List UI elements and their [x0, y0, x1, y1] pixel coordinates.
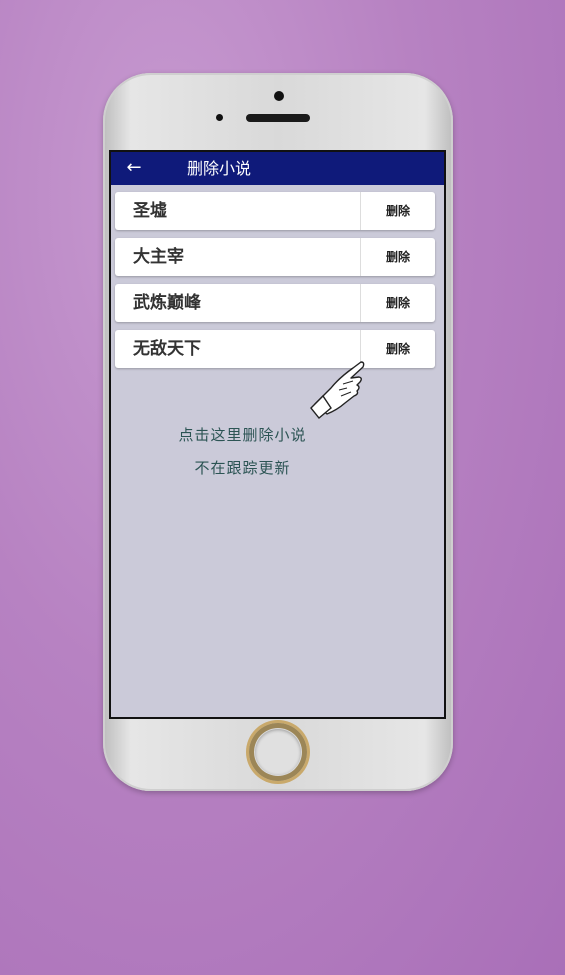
page-title: 删除小说	[187, 159, 252, 178]
novel-title: 圣墟	[133, 201, 167, 221]
list-item: 大主宰 删除	[115, 238, 435, 276]
front-camera	[274, 91, 284, 101]
delete-button[interactable]: 删除	[360, 330, 435, 368]
list-item: 武炼巅峰 删除	[115, 284, 435, 322]
delete-button[interactable]: 删除	[360, 192, 435, 230]
novel-title: 无敌天下	[133, 339, 201, 359]
delete-button[interactable]: 删除	[360, 284, 435, 322]
phone-screen: ← 删除小说 圣墟 删除 大主宰 删除 武炼巅峰 删除 无敌天下 删除 点击这里…	[109, 150, 446, 719]
arrow-left-icon[interactable]: ←	[123, 157, 145, 179]
earpiece-speaker	[246, 114, 310, 122]
pointing-hand-icon	[310, 361, 365, 419]
hint-line-1: 点击这里删除小说	[178, 426, 307, 444]
delete-button[interactable]: 删除	[360, 238, 435, 276]
novel-title: 武炼巅峰	[133, 293, 201, 313]
list-item: 无敌天下 删除	[115, 330, 435, 368]
app-bar: ← 删除小说	[111, 152, 444, 185]
novel-title: 大主宰	[133, 247, 184, 267]
novel-list: 圣墟 删除 大主宰 删除 武炼巅峰 删除 无敌天下 删除	[115, 192, 435, 376]
home-button[interactable]	[249, 723, 307, 781]
list-item: 圣墟 删除	[115, 192, 435, 230]
hint-line-2: 不在跟踪更新	[194, 459, 291, 477]
proximity-sensor	[216, 114, 223, 121]
